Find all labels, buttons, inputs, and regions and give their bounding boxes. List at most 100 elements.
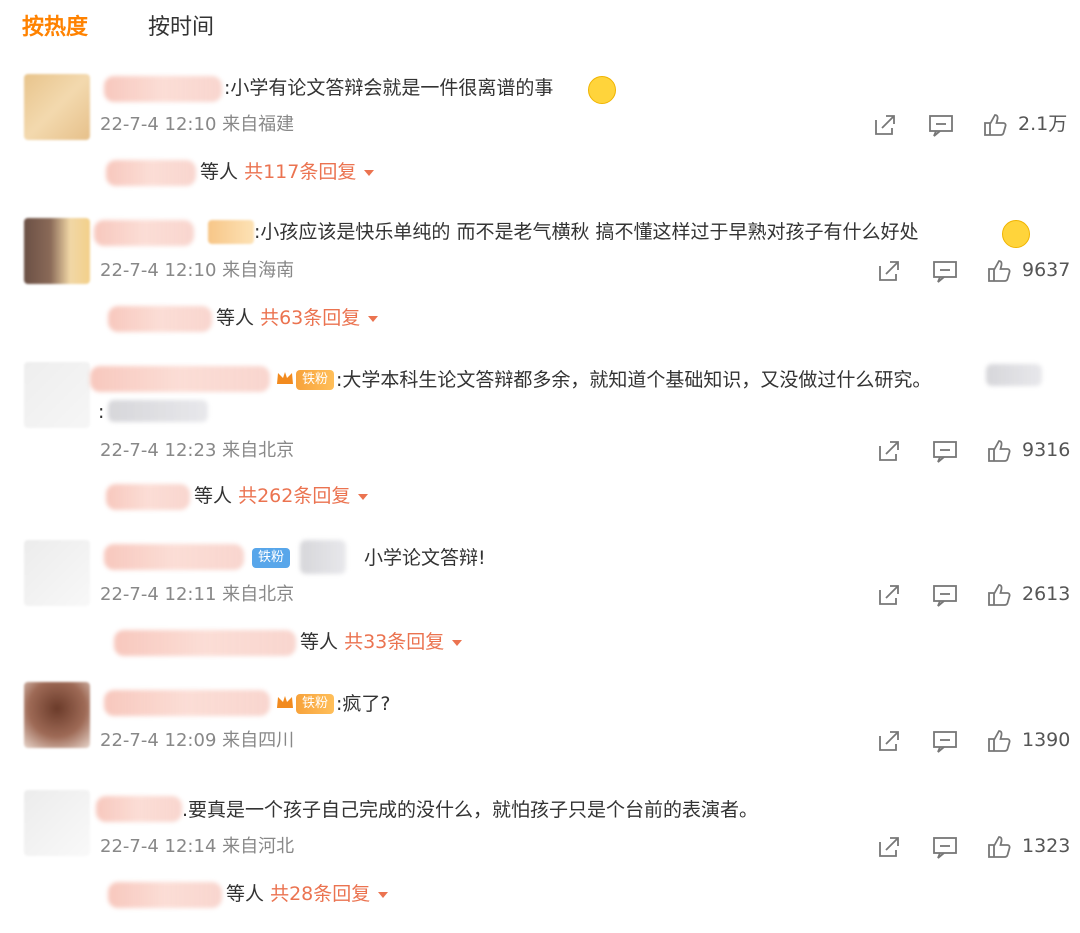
reply-total-link[interactable]: 共33条回复: [344, 631, 444, 653]
avatar[interactable]: [24, 74, 90, 140]
like-icon[interactable]: [986, 582, 1012, 608]
reply-total-link[interactable]: 共262条回复: [238, 485, 350, 507]
comment-actions: 1323: [876, 832, 1076, 862]
comment-actions: 2.1万: [872, 110, 1072, 140]
reply-users: [108, 306, 212, 332]
emoji-icon: [1002, 220, 1030, 248]
fan-badge: 铁粉: [296, 370, 335, 390]
comment-text: .要真是一个孩子自己完成的没什么，就怕孩子只是个台前的表演者。: [182, 799, 759, 821]
share-icon[interactable]: [876, 582, 902, 608]
share-icon[interactable]: [872, 112, 898, 138]
image-blur: [108, 400, 208, 422]
avatar[interactable]: [24, 540, 90, 606]
reply-total-link[interactable]: 共117条回复: [244, 161, 356, 183]
comment-actions: 9637: [876, 256, 1076, 286]
like-icon[interactable]: [986, 258, 1012, 284]
reply-total-link[interactable]: 共63条回复: [260, 307, 360, 329]
expand-caret-icon[interactable]: [452, 639, 463, 646]
comment-item: .要真是一个孩子自己完成的没什么，就怕孩子只是个台前的表演者。 22-7-4 1…: [0, 786, 1080, 916]
reply-text: 等人 共262条回复: [194, 482, 369, 510]
comment-icon[interactable]: [932, 258, 958, 284]
comment-text: :疯了?: [336, 693, 391, 715]
fan-badge: 铁粉: [296, 694, 335, 714]
comment-item: 铁粉 :疯了? 22-7-4 12:09 来自四川 1390: [0, 680, 1080, 760]
share-icon[interactable]: [876, 258, 902, 284]
expand-caret-icon[interactable]: [358, 493, 369, 500]
comment-meta: 22-7-4 12:09 来自四川: [100, 730, 295, 751]
emoji-blur: [986, 364, 1042, 386]
emoji-icon: [588, 76, 616, 104]
reply-prefix: 等人: [300, 631, 339, 653]
user-badge-icon: [208, 220, 254, 244]
expand-caret-icon[interactable]: [364, 169, 375, 176]
comment-meta: 22-7-4 12:23 来自北京: [100, 440, 295, 461]
reply-text: 等人 共33条回复: [300, 628, 463, 656]
share-icon[interactable]: [876, 834, 902, 860]
comment-meta: 22-7-4 12:11 来自北京: [100, 584, 295, 605]
comment-meta: 22-7-4 12:10 来自福建: [100, 114, 295, 135]
reply-prefix: 等人: [216, 307, 255, 329]
username[interactable]: [104, 544, 244, 570]
reply-users: [106, 160, 196, 186]
like-icon[interactable]: [986, 438, 1012, 464]
comment-actions: 1390: [876, 726, 1076, 756]
badge-blur: [300, 540, 346, 574]
comment-item: :小孩应该是快乐单纯的 而不是老气横秋 搞不懂这样过于早熟对孩子有什么好处 22…: [0, 214, 1080, 338]
reply-total-link[interactable]: 共28条回复: [270, 883, 370, 905]
comment-text: :小学有论文答辩会就是一件很离谱的事: [224, 77, 554, 99]
comment-icon[interactable]: [928, 112, 954, 138]
reply-summary: 等人 共63条回复: [108, 304, 428, 334]
comment-text-continued: :: [98, 401, 105, 423]
comment-text: :大学本科生论文答辩都多余，就知道个基础知识，又没做过什么研究。: [336, 369, 932, 391]
share-icon[interactable]: [876, 438, 902, 464]
avatar[interactable]: [24, 362, 90, 428]
like-icon[interactable]: [986, 834, 1012, 860]
reply-text: 等人 共117条回复: [200, 158, 375, 186]
like-count: 9637: [1022, 259, 1071, 281]
comment-text: :小孩应该是快乐单纯的 而不是老气横秋 搞不懂这样过于早熟对孩子有什么好处: [254, 221, 919, 243]
username[interactable]: [94, 220, 194, 246]
like-icon[interactable]: [986, 728, 1012, 754]
comment-icon[interactable]: [932, 834, 958, 860]
comment-icon[interactable]: [932, 582, 958, 608]
comment-item: :小学有论文答辩会就是一件很离谱的事 22-7-4 12:10 来自福建 2.1…: [0, 70, 1080, 190]
crown-icon: [277, 696, 293, 708]
avatar[interactable]: [24, 682, 90, 748]
avatar[interactable]: [24, 790, 90, 856]
comment-icon[interactable]: [932, 438, 958, 464]
username[interactable]: [104, 76, 222, 102]
share-icon[interactable]: [876, 728, 902, 754]
reply-users: [106, 484, 190, 510]
comment-item: 铁粉 :大学本科生论文答辩都多余，就知道个基础知识，又没做过什么研究。 : 22…: [0, 358, 1080, 518]
avatar[interactable]: [24, 218, 90, 284]
reply-prefix: 等人: [226, 883, 265, 905]
fan-badge: 铁粉: [252, 548, 291, 568]
reply-users: [108, 882, 222, 908]
tab-sort-hot[interactable]: 按热度: [22, 12, 88, 44]
crown-icon: [277, 372, 293, 384]
like-icon[interactable]: [982, 112, 1008, 138]
reply-summary: 等人 共262条回复: [106, 482, 426, 512]
expand-caret-icon[interactable]: [368, 315, 379, 322]
comment-icon[interactable]: [932, 728, 958, 754]
reply-summary: 等人 共33条回复: [114, 628, 534, 658]
comment-actions: 9316: [876, 436, 1076, 466]
reply-prefix: 等人: [200, 161, 239, 183]
like-count: 1390: [1022, 729, 1071, 751]
comment-actions: 2613: [876, 580, 1076, 610]
comment-meta: 22-7-4 12:14 来自河北: [100, 836, 295, 857]
reply-text: 等人 共28条回复: [226, 880, 389, 908]
like-count: 2613: [1022, 583, 1071, 605]
reply-summary: 等人 共117条回复: [106, 158, 406, 188]
like-count: 2.1万: [1018, 113, 1068, 135]
username[interactable]: [96, 796, 182, 822]
username[interactable]: [104, 690, 270, 716]
reply-text: 等人 共63条回复: [216, 304, 379, 332]
expand-caret-icon[interactable]: [378, 891, 389, 898]
reply-summary: 等人 共28条回复: [108, 880, 448, 910]
reply-users: [114, 630, 296, 656]
like-count: 1323: [1022, 835, 1071, 857]
like-count: 9316: [1022, 439, 1071, 461]
tab-sort-time[interactable]: 按时间: [148, 12, 214, 44]
username[interactable]: [90, 366, 270, 392]
